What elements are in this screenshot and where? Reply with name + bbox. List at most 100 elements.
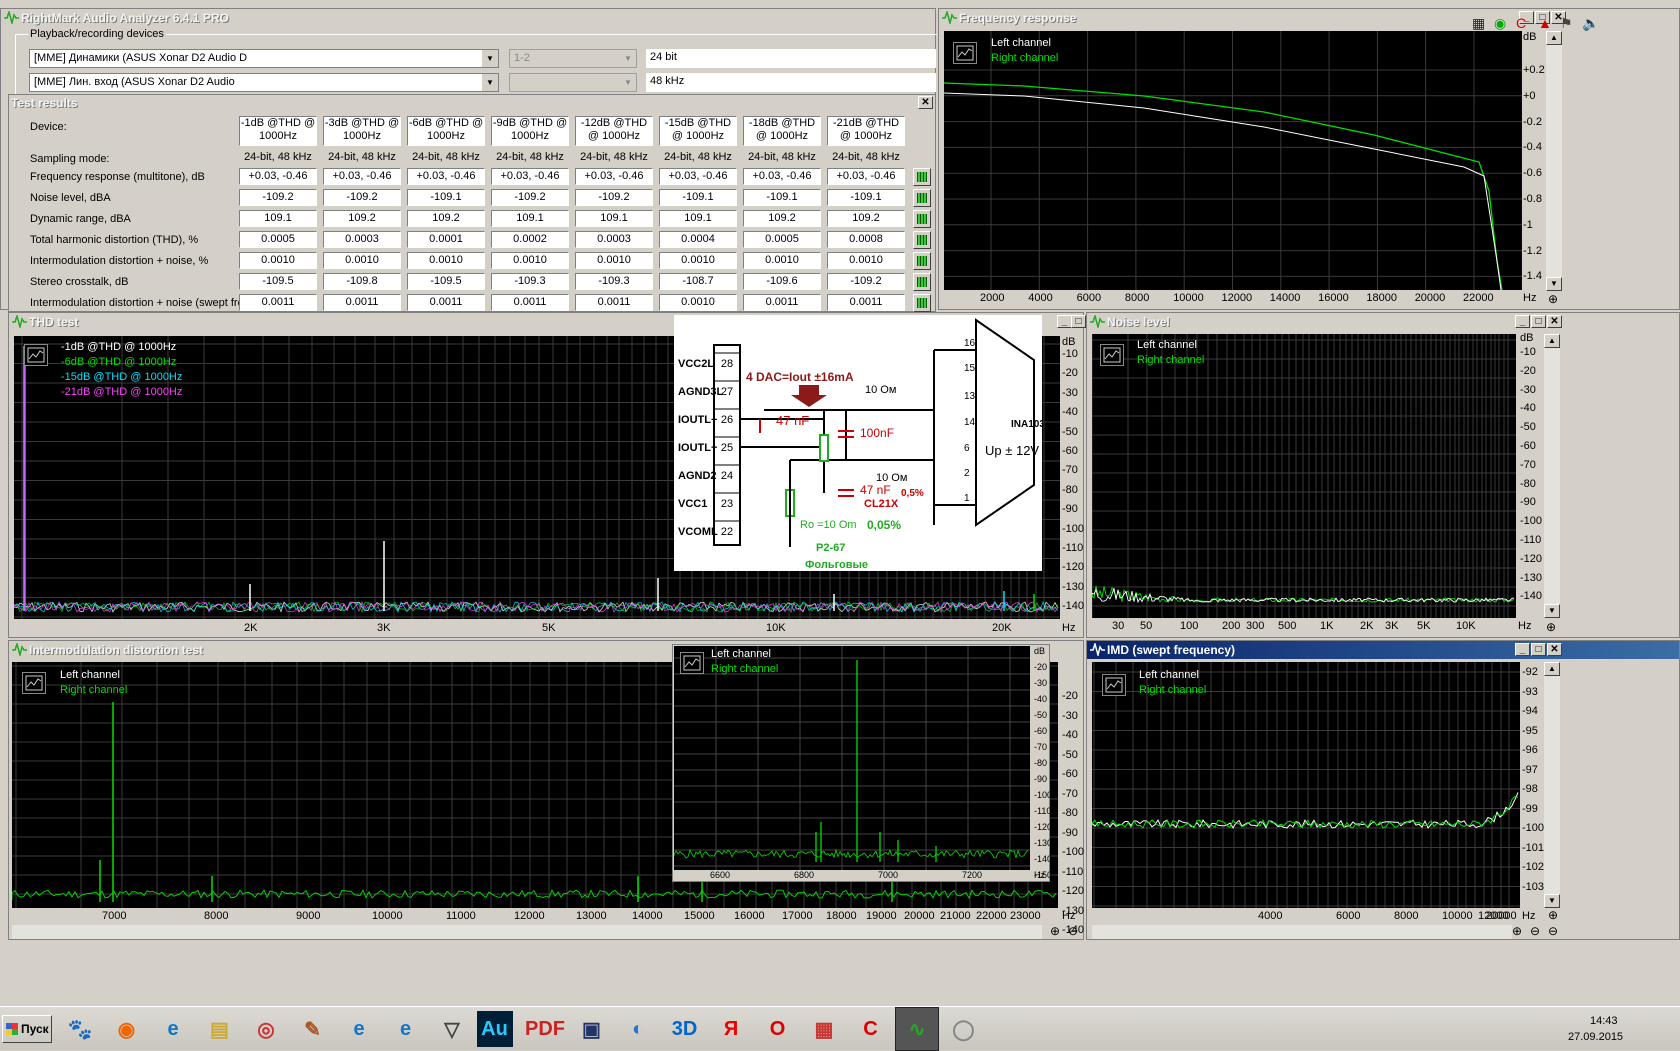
- test-results-title-bar[interactable]: Test results: [9, 95, 935, 111]
- pdf-tray-tray-icon[interactable]: ▲: [1538, 15, 1552, 31]
- scroll-up-icon[interactable]: ▲: [1546, 31, 1562, 45]
- sample-rate-field[interactable]: 48 kHz: [646, 73, 936, 92]
- graph-icon[interactable]: [913, 231, 931, 249]
- taskbar-app-wolf-icon[interactable]: ▽: [430, 1007, 474, 1051]
- scroll-up-icon[interactable]: ▲: [1544, 334, 1560, 348]
- chevron-down-icon[interactable]: ▼: [482, 50, 498, 67]
- zoom-icon[interactable]: ⊖: [1530, 924, 1540, 938]
- x-tick-label: 19000: [866, 910, 897, 922]
- zoom-icon[interactable]: ⊕: [1548, 292, 1558, 306]
- graph-icon[interactable]: [913, 252, 931, 270]
- graph-settings-icon[interactable]: [22, 672, 46, 694]
- maximize-icon[interactable]: □: [1071, 315, 1086, 328]
- chevron-down-icon[interactable]: ▼: [482, 74, 498, 91]
- close-icon[interactable]: ✕: [1547, 315, 1562, 328]
- taskbar-app-folder-icon[interactable]: ▤: [198, 1007, 242, 1051]
- maximize-icon[interactable]: □: [1531, 643, 1546, 656]
- recording-device-select[interactable]: [MME] Лин. вход (ASUS Xonar D2 Audio ▼: [29, 73, 499, 92]
- x-tick-label: 10000: [372, 910, 403, 922]
- y-tick-label: -90: [1062, 503, 1078, 516]
- x-tick-label: 14000: [1269, 292, 1301, 304]
- channels-select[interactable]: 1-2 ▼: [509, 49, 637, 68]
- vertical-scrollbar[interactable]: ▲ ▼: [1544, 662, 1560, 908]
- zoom-icon[interactable]: ⊕: [1512, 924, 1522, 938]
- playback-device-select[interactable]: [MME] Динамики (ASUS Xonar D2 Audio D ▼: [29, 49, 499, 68]
- scroll-up-icon[interactable]: ▲: [1544, 662, 1560, 676]
- graph-icon[interactable]: [913, 189, 931, 207]
- graph-settings-icon[interactable]: [1100, 344, 1124, 366]
- y-tick-label: -90: [1520, 496, 1536, 509]
- scroll-down-icon[interactable]: ▼: [1544, 604, 1560, 618]
- imd-swept-title-bar[interactable]: IMD (swept frequency): [1087, 641, 1679, 659]
- graph-settings-icon[interactable]: [1102, 674, 1126, 696]
- taskbar-app-chrome-icon[interactable]: ◐: [616, 1007, 660, 1051]
- sample-rate-value: 48 kHz: [650, 75, 685, 87]
- channels-value: 1-2: [514, 52, 530, 64]
- taskbar-app-save-icon[interactable]: ▣: [570, 1007, 614, 1051]
- zoom-icon[interactable]: ⊖: [1548, 924, 1558, 938]
- taskbar-app-rmaa-icon[interactable]: ∿: [895, 1007, 939, 1051]
- result-cell: 109.2: [827, 210, 905, 227]
- graph-icon[interactable]: [913, 273, 931, 291]
- horizontal-scrollbar[interactable]: [1092, 925, 1512, 939]
- gpu-tray-icon[interactable]: ◉: [1494, 15, 1506, 32]
- speaker-tray-icon[interactable]: 🔈: [1582, 15, 1599, 32]
- graph-icon[interactable]: [913, 294, 931, 312]
- result-cell: 0.0010: [407, 252, 485, 269]
- zoom-icon[interactable]: ⊕: [1546, 620, 1556, 634]
- horizontal-scrollbar[interactable]: [12, 925, 1042, 939]
- taskbar-app-o-icon[interactable]: O: [756, 1007, 800, 1051]
- zoom-icon[interactable]: ⊕: [1548, 908, 1558, 922]
- zoom-icon[interactable]: ⊖: [1068, 924, 1078, 938]
- taskbar-app-3d-icon[interactable]: 3D: [663, 1007, 707, 1051]
- maximize-icon[interactable]: □: [1531, 315, 1546, 328]
- minimize-icon[interactable]: _: [1057, 315, 1072, 328]
- channels-select-2[interactable]: ▼: [509, 73, 637, 92]
- taskbar-app-paw-icon[interactable]: 🐾: [58, 1007, 102, 1051]
- c-tray-tray-icon[interactable]: C: [1516, 15, 1526, 31]
- vertical-scrollbar[interactable]: ▲ ▼: [1544, 334, 1560, 618]
- taskbar-app-toolbox-icon[interactable]: ▦: [802, 1007, 846, 1051]
- scroll-down-icon[interactable]: ▼: [1546, 277, 1562, 291]
- x-tick-label: 7000: [878, 870, 899, 880]
- taskbar-app-ie-icon[interactable]: e: [151, 1007, 195, 1051]
- taskbar-app-c-icon[interactable]: C: [849, 1007, 893, 1051]
- y-tick-label: -40: [1520, 402, 1536, 415]
- zoom-icon[interactable]: ⊕: [1050, 924, 1060, 938]
- taskbar-app-au-icon[interactable]: Au: [476, 1011, 513, 1047]
- taskbar-app-target-icon[interactable]: ◎: [244, 1007, 288, 1051]
- graph-settings-icon[interactable]: [680, 652, 704, 674]
- minimize-icon[interactable]: _: [1515, 315, 1530, 328]
- start-label: Пуск: [21, 1022, 49, 1036]
- taskbar-app-ie3-icon[interactable]: e: [384, 1007, 428, 1051]
- graph-settings-icon[interactable]: [24, 344, 48, 366]
- y-tick-label: -110: [1062, 542, 1084, 554]
- graph-icon[interactable]: [913, 168, 931, 186]
- graph-settings-icon[interactable]: [953, 42, 977, 64]
- bit-depth-field[interactable]: 24 bit: [646, 49, 936, 68]
- taskbar-app-я-icon[interactable]: Я: [709, 1007, 753, 1051]
- x-tick-label: 10000: [1173, 292, 1204, 304]
- scroll-down-icon[interactable]: ▼: [1544, 894, 1560, 908]
- start-button[interactable]: Пуск: [2, 1015, 52, 1043]
- network-tray-icon[interactable]: ▦: [1472, 15, 1485, 32]
- close-icon[interactable]: ✕: [1547, 643, 1562, 656]
- result-cell: 0.0008: [827, 231, 905, 248]
- taskbar-app-firefox-icon[interactable]: ◉: [105, 1007, 149, 1051]
- taskbar-app-paint-icon[interactable]: ✎: [291, 1007, 335, 1051]
- y-tick-label: -60: [1034, 726, 1048, 736]
- taskbar-app-ie2-icon[interactable]: e: [337, 1007, 381, 1051]
- noise-title-bar[interactable]: Noise level: [1087, 313, 1679, 331]
- vertical-scrollbar[interactable]: ▲ ▼: [1546, 31, 1562, 291]
- close-icon[interactable]: ✕: [918, 96, 933, 109]
- taskbar-app-pdf-icon[interactable]: PDF: [523, 1007, 567, 1051]
- x-tick-label: 5K: [1417, 620, 1431, 632]
- y-tick-label: -110: [1062, 865, 1084, 878]
- y-tick-label: -100: [1062, 522, 1085, 535]
- graph-icon[interactable]: [913, 210, 931, 228]
- legend-entry: Left channel: [60, 669, 120, 681]
- taskbar-app-disk-icon[interactable]: ◯: [942, 1007, 986, 1051]
- main-title-bar[interactable]: RightMark Audio Analyzer 6.4.1 PRO: [1, 9, 935, 27]
- minimize-icon[interactable]: _: [1515, 643, 1530, 656]
- flag-tray-icon[interactable]: ⚑: [1560, 15, 1573, 32]
